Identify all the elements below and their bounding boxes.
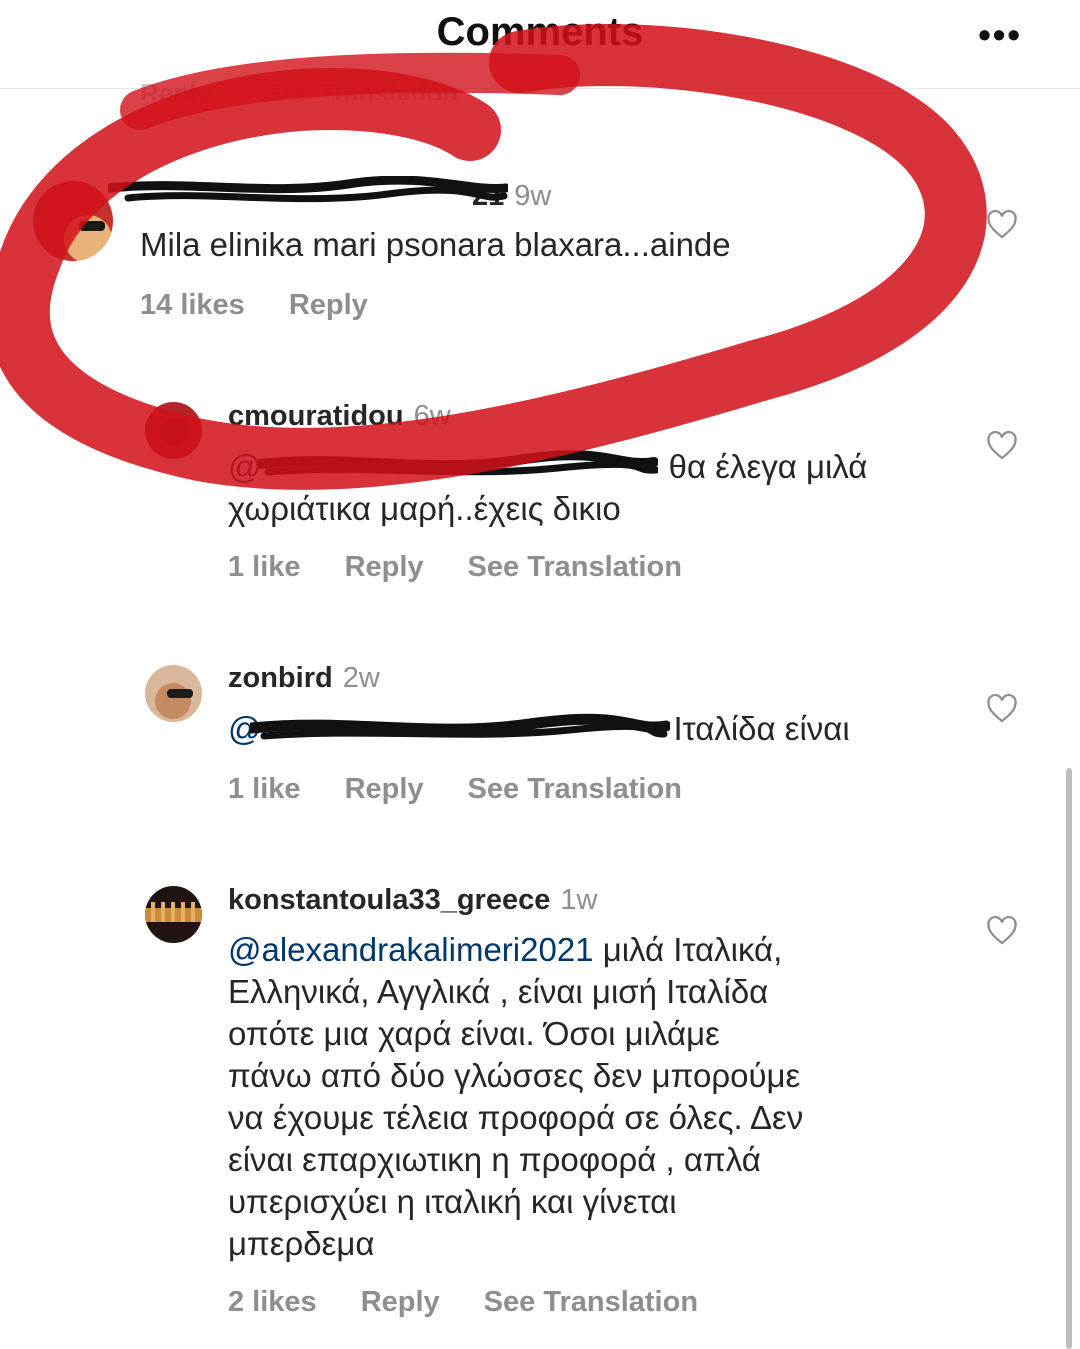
see-translation-button[interactable]: See Translation <box>484 1286 698 1319</box>
reply-button[interactable]: Reply <box>345 773 424 806</box>
mention-link[interactable]: @ <box>228 448 262 485</box>
comment-timestamp: 6w <box>413 400 451 432</box>
reply-button[interactable]: Reply <box>140 78 211 100</box>
comment-username[interactable]: cmouratidou 6w <box>228 400 451 433</box>
avatar[interactable] <box>145 886 202 943</box>
page-title: Comments <box>436 10 644 54</box>
like-heart-icon[interactable] <box>985 208 1019 242</box>
see-translation-button[interactable]: See Translation <box>266 78 458 100</box>
reply-button[interactable]: Reply <box>361 1286 440 1319</box>
like-heart-icon[interactable] <box>985 914 1019 948</box>
like-heart-icon[interactable] <box>985 692 1019 726</box>
redaction-scribble <box>250 713 670 740</box>
redaction-scribble <box>108 176 508 203</box>
likes-count[interactable]: 1 like <box>228 773 301 806</box>
comment-timestamp: 9w <box>514 180 552 212</box>
comment-username[interactable]: konstantoula33_greece 1w <box>228 884 597 917</box>
comment-actions: 14 likes Reply <box>140 289 412 322</box>
avatar[interactable] <box>33 181 113 261</box>
like-heart-icon[interactable] <box>985 429 1019 463</box>
reply-button[interactable]: Reply <box>345 551 424 584</box>
likes-count[interactable]: 14 likes <box>140 289 245 322</box>
redaction-scribble <box>258 450 658 476</box>
avatar[interactable] <box>145 402 202 459</box>
see-translation-button[interactable]: See Translation <box>468 773 682 806</box>
likes-count[interactable]: 1 like <box>228 551 301 584</box>
comment-text: Mila elinika mari psonara blaxara...aind… <box>140 226 731 263</box>
mention-link[interactable]: @alexandrakalimeri2021 <box>228 931 594 968</box>
avatar[interactable] <box>145 665 202 722</box>
previous-comment-actions: Reply See Translation <box>140 78 506 100</box>
comment-username[interactable]: zonbird 2w <box>228 662 380 695</box>
comment-timestamp: 1w <box>560 884 598 916</box>
likes-count[interactable]: 2 likes <box>228 1286 317 1319</box>
comment-timestamp: 2w <box>342 662 380 694</box>
comment-text: @alexandrakalimeri2021 μιλά Ιταλικά, Ελλ… <box>228 931 804 1262</box>
comment-actions: 1 like Reply See Translation <box>228 551 726 584</box>
more-options-icon[interactable]: ••• <box>978 14 1022 56</box>
reply-button[interactable]: Reply <box>289 289 368 322</box>
comment-actions: 2 likes Reply See Translation <box>228 1286 742 1319</box>
scrollbar[interactable] <box>1066 768 1072 1349</box>
comment-actions: 1 like Reply See Translation <box>228 773 726 806</box>
see-translation-button[interactable]: See Translation <box>468 551 682 584</box>
comments-header: Comments ••• <box>0 0 1080 89</box>
